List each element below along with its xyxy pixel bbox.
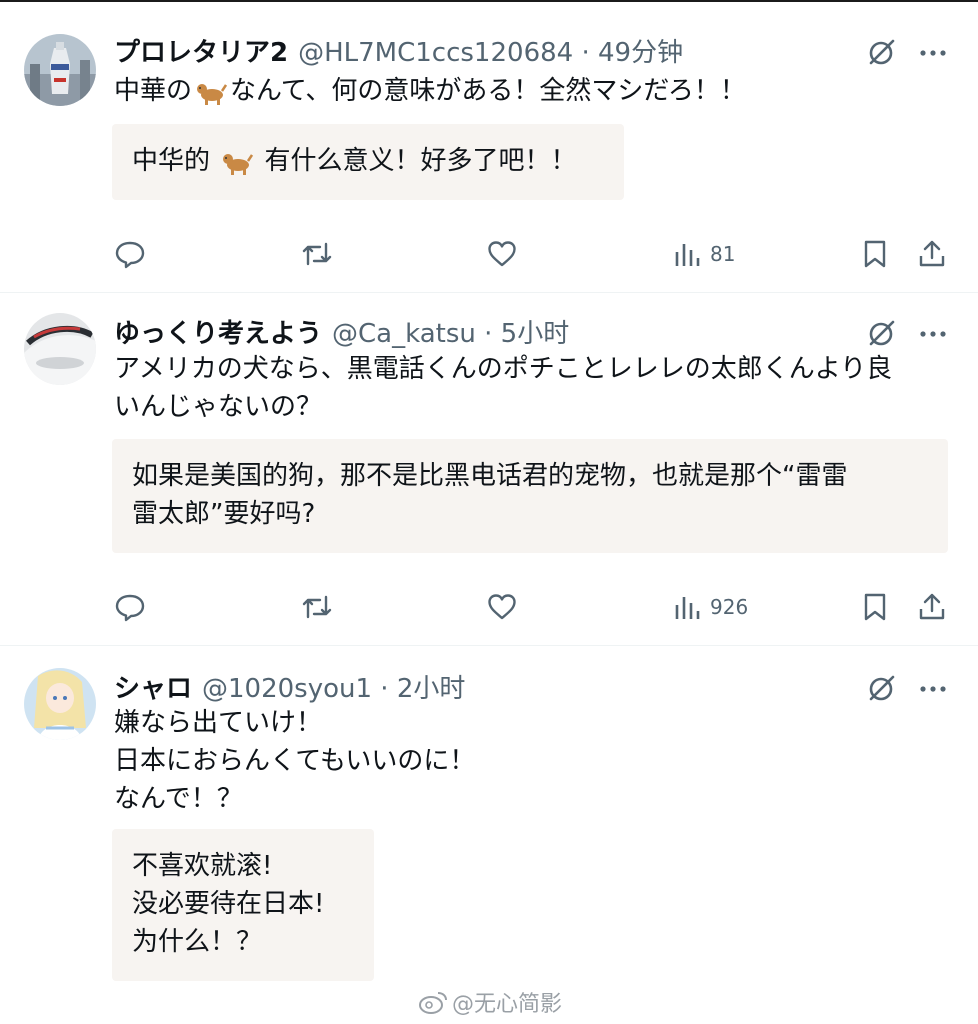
like-button[interactable]: [486, 234, 518, 274]
retweet-icon: [302, 242, 332, 266]
translation-box: 中华的 有什么意义！好多了吧！！: [112, 124, 624, 200]
tweet-text-line: いんじゃないの？: [114, 392, 323, 422]
retweet-button[interactable]: [300, 587, 334, 627]
heart-icon: [488, 594, 516, 620]
tweet-2[interactable]: ゆっくり考えよう @Ca_katsu · 5小时 アメリカの犬なら、黒電話くんの…: [0, 293, 978, 645]
grok-icon[interactable]: [866, 672, 898, 704]
heart-icon: [488, 241, 516, 267]
tweet-text: 中華の なんて、何の意味がある！全然マシだろ！！: [114, 72, 954, 110]
avatar[interactable]: [24, 34, 96, 106]
tweet-text-line: なんで！？: [114, 784, 243, 814]
translation-line: 没必要待在日本!: [132, 889, 325, 919]
view-count: 926: [710, 595, 749, 619]
tweet-header: プロレタリア2 @HL7MC1ccs120684 · 49分钟: [114, 32, 683, 68]
tweet-header: シャロ @1020syou1 · 2小时: [114, 668, 465, 704]
tweet-text-part: なんて、何の意味がある！全然マシだろ！！: [230, 76, 746, 106]
tweet-text: アメリカの犬なら、黒電話くんのポチことレレレの太郎くんより良 いんじゃないの？: [114, 350, 954, 426]
translation-text-part: 中华的: [132, 146, 211, 176]
handle-and-time[interactable]: @1020syou1 · 2小时: [202, 668, 465, 705]
share-button[interactable]: [916, 587, 948, 627]
retweet-icon: [302, 595, 332, 619]
views-icon: [675, 597, 700, 619]
tweet-3[interactable]: シャロ @1020syou1 · 2小时 嫌なら出ていけ！ 日本におらんくてもい…: [0, 646, 978, 1024]
dog-emoji-icon: [197, 83, 228, 105]
reply-icon: [115, 594, 145, 622]
translation-box: 不喜欢就滚! 没必要待在日本! 为什么！？: [112, 829, 374, 981]
bookmark-icon: [864, 593, 886, 621]
views-button[interactable]: 81: [672, 234, 735, 274]
views-icon: [675, 244, 700, 266]
share-button[interactable]: [916, 234, 948, 274]
weibo-logo-icon: [419, 992, 447, 1014]
tweet-actions: 926: [0, 587, 978, 627]
translation-text-part: 有什么意义！好多了吧！！: [264, 146, 577, 176]
tweet-text-line: アメリカの犬なら、黒電話くんのポチことレレレの太郎くんより良: [114, 354, 893, 384]
views-button[interactable]: 926: [672, 587, 748, 627]
tweet-actions: 81: [0, 234, 978, 274]
translation-line: 不喜欢就滚!: [132, 851, 273, 881]
handle-and-time[interactable]: @HL7MC1ccs120684 · 49分钟: [298, 32, 683, 69]
translation-line: 如果是美国的狗，那不是比黑电话君的宠物，也就是那个“雷雷: [132, 461, 848, 491]
tweet-text-line: 日本におらんくてもいいのに！: [114, 746, 476, 776]
tweet-text: 嫌なら出ていけ！ 日本におらんくてもいいのに！ なんで！？: [114, 704, 954, 818]
retweet-button[interactable]: [300, 234, 334, 274]
display-name[interactable]: シャロ: [114, 668, 192, 705]
translation-line: 雷太郎”要好吗?: [132, 499, 316, 529]
bookmark-button[interactable]: [860, 234, 890, 274]
bookmark-icon: [864, 240, 886, 268]
bookmark-button[interactable]: [860, 587, 890, 627]
reply-icon: [115, 241, 145, 269]
tweet-1[interactable]: プロレタリア2 @HL7MC1ccs120684 · 49分钟 中華の なんて、何…: [0, 0, 978, 292]
view-count: 81: [710, 242, 736, 266]
display-name[interactable]: ゆっくり考えよう: [114, 313, 322, 350]
more-icon[interactable]: [918, 674, 948, 704]
tweet-header: ゆっくり考えよう @Ca_katsu · 5小时: [114, 313, 569, 349]
display-name[interactable]: プロレタリア2: [114, 32, 288, 69]
dog-emoji-icon: [223, 153, 254, 175]
handle-and-time[interactable]: @Ca_katsu · 5小时: [332, 313, 569, 350]
more-icon[interactable]: [918, 319, 948, 349]
watermark-text: @无心简影: [452, 992, 563, 1017]
watermark: @无心简影: [418, 986, 562, 1018]
avatar[interactable]: [24, 668, 96, 740]
tweet-text-line: 嫌なら出ていけ！: [114, 708, 323, 738]
grok-icon[interactable]: [866, 317, 898, 349]
reply-button[interactable]: [114, 234, 146, 274]
like-button[interactable]: [486, 587, 518, 627]
share-icon: [919, 593, 945, 620]
more-icon[interactable]: [918, 38, 948, 68]
tweet-text-part: 中華の: [114, 76, 193, 106]
share-icon: [919, 240, 945, 267]
grok-icon[interactable]: [866, 36, 898, 68]
translation-box: 如果是美国的狗，那不是比黑电话君的宠物，也就是那个“雷雷 雷太郎”要好吗?: [112, 439, 948, 553]
translation-line: 为什么！？: [132, 927, 263, 957]
reply-button[interactable]: [114, 587, 146, 627]
avatar[interactable]: [24, 313, 96, 385]
